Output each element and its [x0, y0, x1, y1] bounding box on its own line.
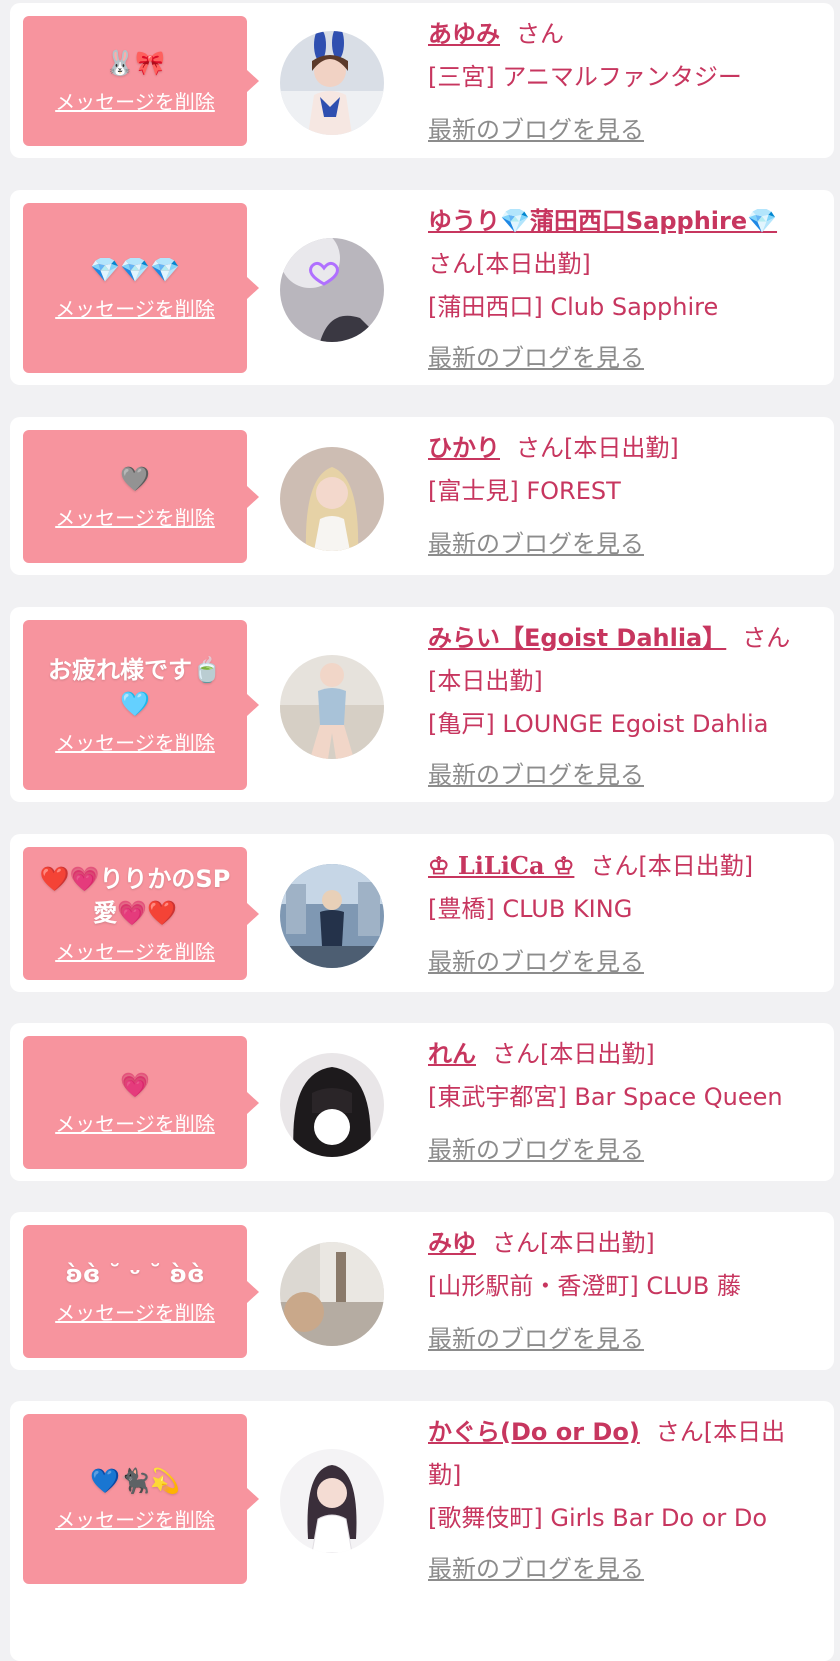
message-bubble: 🐰🎀 メッセージを削除 [23, 16, 259, 146]
shop-name: [三宮] アニマルファンタジー [428, 63, 742, 91]
list-item: 💗 メッセージを削除 れん さん[本日出勤] [東武宇都宮] Bar Space … [10, 1023, 834, 1181]
message-bubble: ʚ̀ɞ̀ ˘ ᵕ ˘ ʚ̀ɞ̀ メッセージを削除 [23, 1225, 259, 1358]
avatar[interactable] [280, 31, 384, 135]
avatar[interactable] [280, 1053, 384, 1157]
status-badge: [本日出勤] [428, 667, 543, 695]
message-bubble: 💙🐈‍⬛💫 メッセージを削除 [23, 1414, 259, 1584]
honorific: さん [742, 624, 791, 652]
status-badge: [本日出勤] [476, 250, 591, 278]
message-bubble: お疲れ様です🍵 🩵 メッセージを削除 [23, 620, 259, 790]
honorific: さん [655, 1418, 704, 1446]
item-info: かぐら(Do or Do) さん[本日出勤] [歌舞伎町] Girls Bar D… [428, 1411, 813, 1591]
delete-message-link[interactable]: メッセージを削除 [55, 295, 215, 323]
honorific: さん [516, 434, 564, 462]
item-info: みらい【Egoist Dahlia】 さん [本日出勤] [亀戸] LOUNGE … [428, 617, 813, 797]
blog-link[interactable]: 最新のブログを見る [428, 761, 644, 789]
honorific: さん [516, 20, 564, 48]
blog-link[interactable]: 最新のブログを見る [428, 344, 644, 372]
blog-link[interactable]: 最新のブログを見る [428, 1325, 644, 1353]
shop-name: [歌舞伎町] Girls Bar Do or Do [428, 1504, 768, 1532]
item-info: みゆ さん[本日出勤] [山形駅前・香澄町] CLUB 藤 最新のブログを見る [428, 1222, 813, 1361]
message-text: ❤️💗りりかのSP愛💗❤️ [39, 864, 231, 927]
message-text: 🩶 [120, 464, 150, 493]
list-item: ʚ̀ɞ̀ ˘ ᵕ ˘ ʚ̀ɞ̀ メッセージを削除 みゆ さん[本日出勤] [山形駅… [10, 1212, 834, 1370]
list-item: お疲れ様です🍵 🩵 メッセージを削除 みらい【Egoist Dahlia】 さん … [10, 607, 834, 802]
girl-name-link[interactable]: ゆうり💎蒲田西口Sapphire💎 [428, 207, 777, 235]
message-text: 💗 [120, 1070, 150, 1099]
message-bubble: 💎💎💎 メッセージを削除 [23, 203, 259, 373]
status-badge: [本日出勤] [540, 1040, 655, 1068]
avatar[interactable] [280, 864, 384, 968]
girl-name-link[interactable]: ひかり [428, 434, 500, 462]
message-text: 💙🐈‍⬛💫 [90, 1467, 180, 1495]
blog-link[interactable]: 最新のブログを見る [428, 530, 644, 558]
honorific: さん [428, 250, 476, 278]
message-text: 💎💎💎 [90, 256, 180, 284]
shop-name: [山形駅前・香澄町] CLUB 藤 [428, 1272, 741, 1300]
blog-link[interactable]: 最新のブログを見る [428, 1136, 644, 1164]
status-badge: [本日出勤] [638, 852, 754, 880]
delete-message-link[interactable]: メッセージを削除 [55, 1110, 215, 1138]
delete-message-link[interactable]: メッセージを削除 [55, 1506, 215, 1534]
shop-name: [亀戸] LOUNGE Egoist Dahlia [428, 710, 769, 738]
message-list: 🐰🎀 メッセージを削除 あゆみ さん [三宮] アニマルファンタジー 最新のブログ… [0, 0, 840, 1661]
list-item: 🩶 メッセージを削除 ひかり さん[本日出勤] [富士見] FOREST 最新のブ… [10, 417, 834, 575]
girl-name-link[interactable]: みゆ [428, 1229, 476, 1257]
message-bubble: 🩶 メッセージを削除 [23, 430, 259, 563]
avatar[interactable] [280, 447, 384, 551]
message-text: 🐰🎀 [105, 49, 165, 77]
delete-message-link[interactable]: メッセージを削除 [55, 88, 215, 116]
message-bubble: ❤️💗りりかのSP愛💗❤️ メッセージを削除 [23, 847, 259, 980]
blog-link[interactable]: 最新のブログを見る [428, 948, 644, 976]
item-info: ゆうり💎蒲田西口Sapphire💎 さん[本日出勤] [蒲田西口] Club S… [428, 200, 813, 380]
girl-name-link[interactable]: あゆみ [428, 20, 500, 48]
blog-link[interactable]: 最新のブログを見る [428, 116, 644, 144]
girl-name-link[interactable]: れん [428, 1040, 476, 1068]
item-info: ひかり さん[本日出勤] [富士見] FOREST 最新のブログを見る [428, 427, 813, 566]
shop-name: [豊橋] CLUB KING [428, 895, 633, 923]
message-text: ʚ̀ɞ̀ ˘ ᵕ ˘ ʚ̀ɞ̀ [65, 1259, 205, 1288]
message-bubble: 💗 メッセージを削除 [23, 1036, 259, 1169]
avatar[interactable] [280, 1242, 384, 1346]
blog-link[interactable]: 最新のブログを見る [428, 1555, 644, 1583]
girl-name-link[interactable]: かぐら(Do or Do) [428, 1418, 640, 1446]
avatar[interactable] [280, 655, 384, 759]
item-info: あゆみ さん [三宮] アニマルファンタジー 最新のブログを見る [428, 13, 813, 152]
girl-name-link[interactable]: ♔ LiLiCa ♔ [428, 851, 574, 880]
delete-message-link[interactable]: メッセージを削除 [55, 938, 215, 966]
avatar[interactable] [280, 238, 384, 342]
status-badge: [本日出勤] [540, 1229, 655, 1257]
item-info: れん さん[本日出勤] [東武宇都宮] Bar Space Queen 最新のブロ… [428, 1033, 813, 1172]
honorific: さん [492, 1229, 540, 1257]
avatar[interactable] [280, 1449, 384, 1553]
honorific: さん [492, 1040, 540, 1068]
status-badge: [本日出勤] [564, 434, 679, 462]
shop-name: [東武宇都宮] Bar Space Queen [428, 1083, 783, 1111]
shop-name: [蒲田西口] Club Sapphire [428, 293, 719, 321]
shop-name: [富士見] FOREST [428, 477, 621, 505]
honorific: さん [590, 852, 639, 880]
delete-message-link[interactable]: メッセージを削除 [55, 729, 215, 757]
list-item: 💎💎💎 メッセージを削除 ゆうり💎蒲田西口Sapphire💎 さん[本日出勤] … [10, 190, 834, 385]
girl-name-link[interactable]: みらい【Egoist Dahlia】 [428, 624, 726, 652]
list-item: 💙🐈‍⬛💫 メッセージを削除 かぐら(Do or Do) さん[本日出勤] [歌舞… [10, 1401, 834, 1661]
message-text: お疲れ様です🍵 🩵 [48, 656, 222, 718]
delete-message-link[interactable]: メッセージを削除 [55, 1299, 215, 1327]
list-item: 🐰🎀 メッセージを削除 あゆみ さん [三宮] アニマルファンタジー 最新のブログ… [10, 3, 834, 158]
delete-message-link[interactable]: メッセージを削除 [55, 504, 215, 532]
list-item: ❤️💗りりかのSP愛💗❤️ メッセージを削除 ♔ LiLiCa ♔ さん[本日出勤… [10, 834, 834, 992]
item-info: ♔ LiLiCa ♔ さん[本日出勤] [豊橋] CLUB KING 最新のブログ… [428, 844, 813, 984]
